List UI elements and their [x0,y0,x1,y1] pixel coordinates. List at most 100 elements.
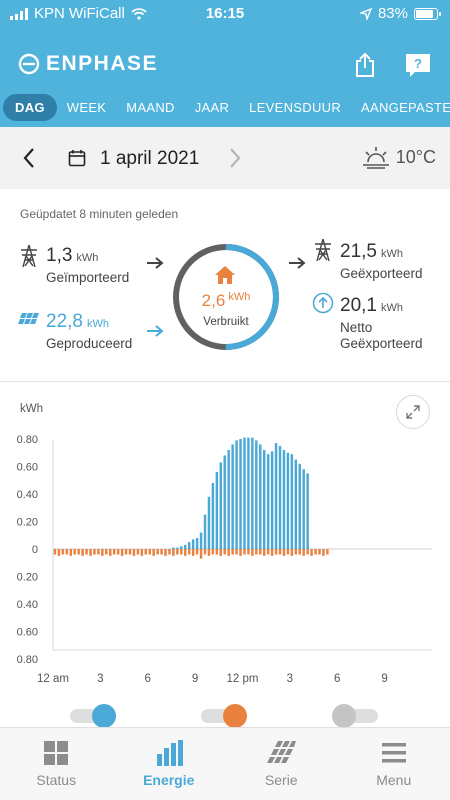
share-icon [356,52,374,77]
consumption-bar [73,549,76,555]
production-bar [203,514,207,549]
production-bar [223,455,226,549]
other-toggle[interactable] [332,704,378,728]
net-exported-label-2: Geëxporteerd [340,336,423,351]
consumption-bar [168,549,171,555]
production-bar [294,459,298,549]
consumption-bar [53,549,57,555]
production-bar [243,437,246,549]
net-exported-unit: kWh [380,302,403,314]
y-tick-label: 0.40 [17,489,38,501]
tab-week[interactable]: WEEK [57,95,116,120]
production-bar [270,451,274,549]
production-bar [207,496,211,549]
production-bar [191,539,195,549]
y-tick-label: 0.40 [17,599,38,611]
nav-serie[interactable]: Serie [225,728,338,800]
exported-stat: 21,5 kWh Geëxporteerd [340,241,423,281]
consumption-bar [124,549,128,555]
consumption-bar [278,549,282,555]
production-bar [231,444,234,549]
toggle-knob [223,704,247,728]
consumption-bar [89,549,92,556]
consumption-bar [116,549,120,555]
consumption-bar [207,549,211,556]
consumption-bar [247,549,250,555]
production-bar [274,443,278,549]
consumption-bar [152,549,155,556]
previous-day-button[interactable] [22,147,36,169]
consumption-bar [298,549,301,555]
production-toggle[interactable] [70,704,116,728]
net-exported-label-1: Netto [340,320,373,335]
production-bar [172,547,175,549]
production-bar [227,450,230,549]
consumption-bar [199,549,203,559]
chart-y-unit: kWh [20,403,43,415]
consumption-bar [310,549,313,556]
brand-name: ENPHASE [46,52,159,75]
tab-maand[interactable]: MAAND [116,95,184,120]
x-tick-label: 3 [287,673,293,685]
produced-unit: kWh [86,318,109,330]
consumption-bar [215,549,219,555]
consumption-bar [164,549,167,556]
arrow-up-circle-icon [312,292,334,314]
imported-label: Geïmporteerd [46,270,130,285]
production-bar [302,469,305,549]
production-bar [282,450,286,549]
grid-icon [44,741,69,765]
consumption-toggle[interactable] [201,704,247,728]
consumption-bar [57,549,61,556]
consumption-bar [136,549,140,555]
consumption-bar [211,549,215,555]
tab-aangepaste[interactable]: AANGEPASTE [351,95,450,120]
y-tick-label: 0.20 [17,572,38,584]
bottom-nav: Status Energie Serie Menu [0,727,450,800]
section-divider [0,381,450,382]
battery-level [416,9,433,18]
help-button[interactable]: ? [403,50,433,80]
toggle-knob [332,704,356,728]
consumption-bar [262,549,266,556]
nav-menu[interactable]: Menu [338,728,450,800]
tab-levensduur[interactable]: LEVENSDUUR [239,95,351,120]
production-bar [255,440,258,549]
svg-text:?: ? [414,56,422,71]
consumption-bar [172,549,175,556]
production-bar [211,483,215,549]
x-tick-label: 6 [334,673,340,685]
expand-chart-button[interactable] [396,395,430,429]
share-button[interactable] [350,50,380,80]
production-bar [239,439,242,549]
nav-status-label: Status [36,772,77,788]
consumption-bar [255,549,258,555]
x-tick-label: 12 pm [227,673,259,685]
battery-percent: 83% [377,5,408,22]
x-tick-label: 9 [381,673,387,685]
app-header: KPN WiFiCall 16:15 83% ENPHASE ? DAG WEE… [0,0,450,127]
production-bar [290,454,294,549]
expand-icon [406,405,420,419]
consumption-bar [219,549,223,556]
tab-jaar[interactable]: JAAR [185,95,239,120]
calendar-icon[interactable] [68,149,86,167]
next-day-button[interactable] [228,147,242,169]
current-date[interactable]: 1 april 2021 [100,148,199,170]
consumption-bar [97,549,100,555]
consumed-unit: kWh [228,291,251,303]
nav-status[interactable]: Status [0,728,113,800]
production-bar [235,440,238,549]
tab-dag[interactable]: DAG [3,93,57,121]
consumption-bar [128,549,132,555]
grid-tower-icon [21,244,37,268]
consumption-bar [251,549,254,556]
nav-energie[interactable]: Energie [113,728,226,800]
produced-value: 22,8 [46,311,83,332]
consumption-bar [61,549,65,555]
arrow-right-icon [147,325,164,337]
net-exported-stat: 20,1 kWh Netto Geëxporteerd [340,295,423,351]
y-tick-label: 0.60 [17,627,38,639]
production-bar [199,532,203,549]
partly-sunny-icon [362,147,389,169]
